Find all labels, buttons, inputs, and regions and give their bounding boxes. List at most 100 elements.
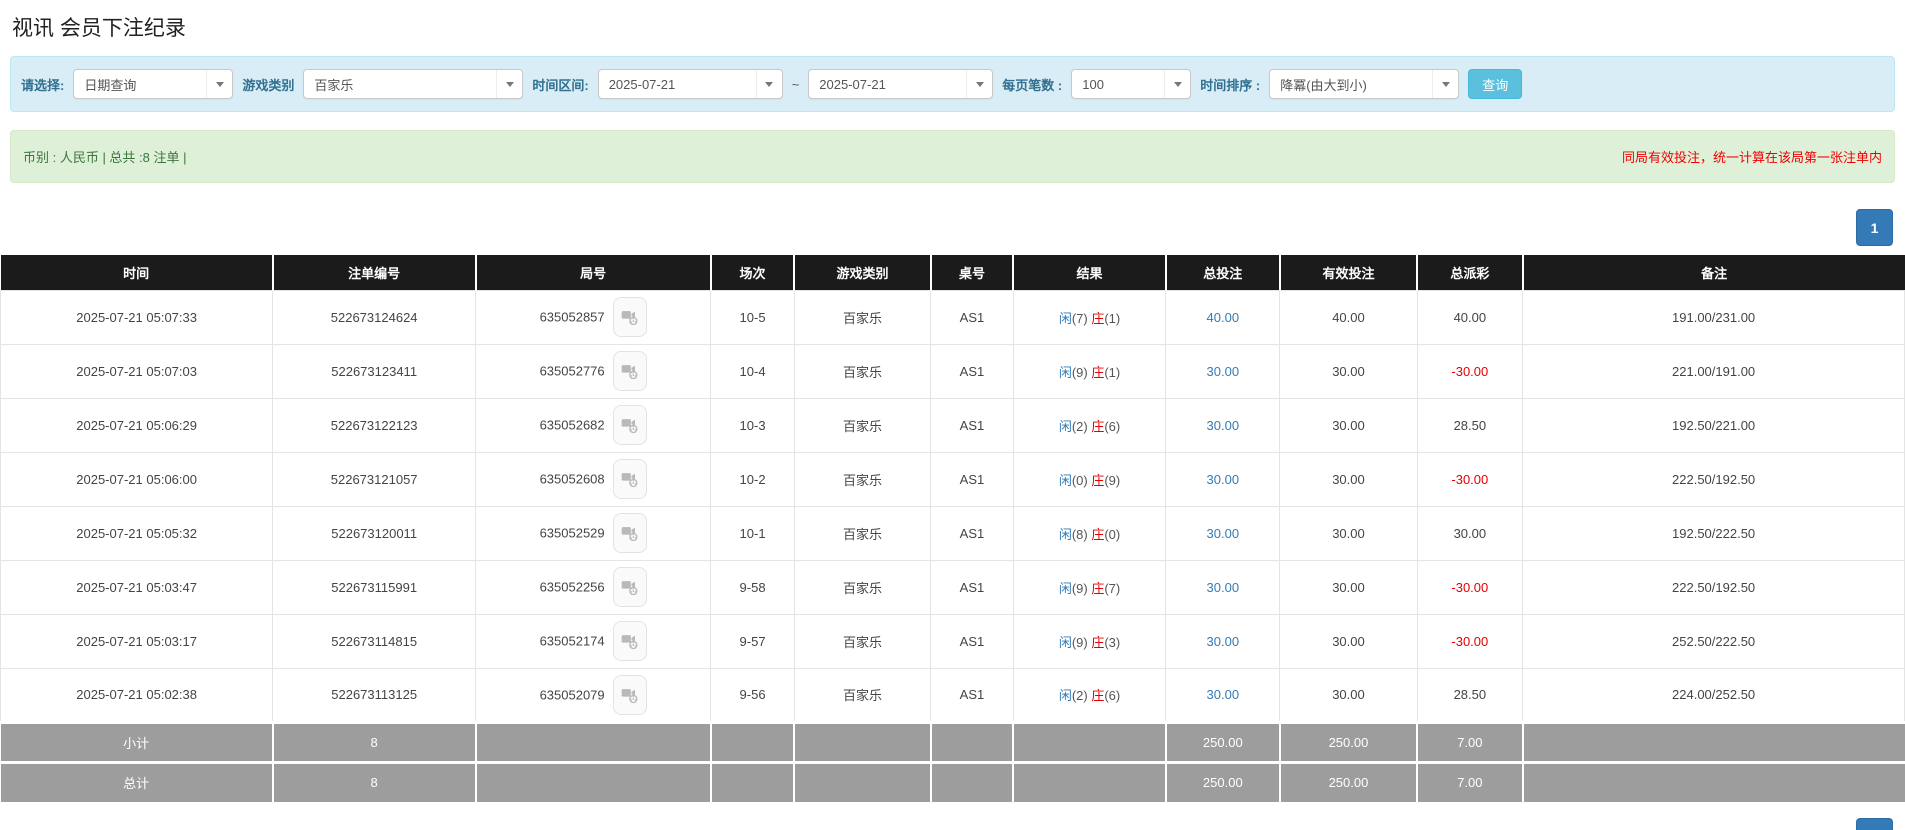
video-icon xyxy=(621,635,638,650)
header-table-code: 桌号 xyxy=(930,255,1015,290)
cell-time: 2025-07-21 05:06:00 xyxy=(0,451,274,507)
result-banker-score: (3) xyxy=(1104,634,1121,650)
cell-result: 闲(8) 庄(0) xyxy=(1012,505,1167,561)
total-bet-link[interactable]: 30.00 xyxy=(1207,526,1240,541)
cell-result: 闲(9) 庄(7) xyxy=(1012,559,1167,615)
round-id-text: 635052529 xyxy=(539,525,605,541)
cell-bet-id: 522673123411 xyxy=(272,343,477,399)
cell-round-id: 635052174 xyxy=(475,613,712,669)
video-replay-button[interactable] xyxy=(612,405,647,445)
cell-table-code: AS1 xyxy=(930,343,1014,399)
cell-remark: 224.00/252.50 xyxy=(1522,667,1905,723)
result-player-label: 闲 xyxy=(1058,472,1072,488)
page-1-button[interactable]: 1 xyxy=(1856,209,1893,246)
total-empty-cell xyxy=(930,760,1015,802)
video-replay-button[interactable] xyxy=(612,567,647,607)
video-replay-button[interactable] xyxy=(612,351,647,391)
cell-session: 10-2 xyxy=(710,451,795,507)
search-button[interactable]: 查询 xyxy=(1468,69,1523,99)
total-bet-link[interactable]: 30.00 xyxy=(1207,580,1240,595)
result-player-score: (8) xyxy=(1071,526,1092,542)
cell-round-id: 635052776 xyxy=(475,343,712,399)
cell-session: 10-4 xyxy=(710,343,795,399)
result-banker-label: 庄 xyxy=(1091,634,1105,650)
cell-session: 10-3 xyxy=(710,397,795,453)
chevron-down-icon xyxy=(496,70,522,98)
cell-valid-bet: 40.00 xyxy=(1279,289,1418,345)
filter-bar: 请选择: 日期查询 游戏类别 百家乐 时间区间: 2025-07-21 ~ 20… xyxy=(10,56,1895,112)
cell-remark: 252.50/222.50 xyxy=(1522,613,1905,669)
cell-valid-bet: 30.00 xyxy=(1279,505,1418,561)
round-id-text: 635052256 xyxy=(539,579,605,595)
game-type-value: 百家乐 xyxy=(314,77,354,93)
cell-game-type: 百家乐 xyxy=(793,451,932,507)
total-bet-link[interactable]: 40.00 xyxy=(1207,310,1240,325)
round-id-text: 635052776 xyxy=(539,363,605,379)
total-bet-link[interactable]: 30.00 xyxy=(1207,418,1240,433)
video-icon xyxy=(621,581,638,596)
result-banker-score: (0) xyxy=(1104,526,1121,542)
subtotal-empty-cell xyxy=(794,720,932,762)
cell-session: 9-57 xyxy=(710,613,795,669)
date-from-select[interactable]: 2025-07-21 xyxy=(597,69,783,99)
result-player-score: (9) xyxy=(1071,634,1092,650)
cell-table-code: AS1 xyxy=(930,451,1014,507)
header-time: 时间 xyxy=(0,255,274,290)
video-replay-button[interactable] xyxy=(612,621,647,661)
result-player-score: (9) xyxy=(1071,364,1092,380)
page-size-select[interactable]: 100 xyxy=(1071,69,1192,99)
video-replay-button[interactable] xyxy=(612,297,647,337)
header-game-type: 游戏类别 xyxy=(794,255,932,290)
page-1-button-bottom[interactable]: 1 xyxy=(1856,818,1893,830)
cell-game-type: 百家乐 xyxy=(793,343,932,399)
video-icon xyxy=(621,365,638,380)
result-player-score: (7) xyxy=(1071,310,1092,326)
cell-payout: -30.00 xyxy=(1416,343,1524,399)
result-player-score: (2) xyxy=(1071,418,1092,434)
total-bet-link[interactable]: 30.00 xyxy=(1207,687,1240,702)
page-title: 视讯 会员下注纪录 xyxy=(12,17,186,40)
total-payout: 7.00 xyxy=(1417,760,1524,802)
date-to-select[interactable]: 2025-07-21 xyxy=(808,69,994,99)
cell-payout: -30.00 xyxy=(1416,559,1524,615)
cell-time: 2025-07-21 05:02:38 xyxy=(0,667,274,723)
subtotal-payout: 7.00 xyxy=(1417,720,1524,762)
video-replay-button[interactable] xyxy=(612,674,647,715)
cell-remark: 221.00/191.00 xyxy=(1522,343,1905,399)
cell-remark: 192.50/221.00 xyxy=(1522,397,1905,453)
video-replay-button[interactable] xyxy=(612,459,647,499)
cell-session: 10-1 xyxy=(710,505,795,561)
header-remark: 备注 xyxy=(1522,255,1905,290)
cell-game-type: 百家乐 xyxy=(793,397,932,453)
query-type-select[interactable]: 日期查询 xyxy=(73,69,234,99)
total-empty-cell xyxy=(475,760,712,802)
video-replay-button[interactable] xyxy=(612,513,647,553)
chevron-down-icon xyxy=(206,70,232,98)
result-player-score: (9) xyxy=(1071,580,1092,596)
subtotal-total-bet: 250.00 xyxy=(1165,720,1281,762)
time-sort-select[interactable]: 降冪(由大到小) xyxy=(1269,69,1460,99)
round-id-text: 635052174 xyxy=(539,633,605,649)
cell-game-type: 百家乐 xyxy=(793,559,932,615)
game-type-select[interactable]: 百家乐 xyxy=(303,69,524,99)
cell-total-bet: 30.00 xyxy=(1165,505,1281,561)
cell-total-bet: 30.00 xyxy=(1165,613,1281,669)
round-id-text: 635052682 xyxy=(539,417,605,433)
subtotal-empty-cell xyxy=(930,720,1015,762)
result-player-label: 闲 xyxy=(1058,688,1072,703)
page-size-value: 100 xyxy=(1082,76,1104,92)
date-from-value: 2025-07-21 xyxy=(608,76,676,92)
cell-total-bet: 40.00 xyxy=(1165,289,1281,345)
result-banker-label: 庄 xyxy=(1091,580,1105,596)
table-row: 2025-07-21 05:07:03 522673123411 635052776… xyxy=(0,343,1905,399)
cell-session: 10-5 xyxy=(710,289,795,345)
cell-table-code: AS1 xyxy=(930,613,1014,669)
total-bet-link[interactable]: 30.00 xyxy=(1207,472,1240,487)
pagination-bottom: 1 xyxy=(12,818,1893,830)
cell-table-code: AS1 xyxy=(930,289,1014,345)
total-bet-link[interactable]: 30.00 xyxy=(1207,634,1240,649)
cell-payout: -30.00 xyxy=(1416,613,1524,669)
cell-remark: 192.50/222.50 xyxy=(1522,505,1905,561)
query-type-label: 请选择: xyxy=(21,77,65,93)
total-bet-link[interactable]: 30.00 xyxy=(1207,364,1240,379)
